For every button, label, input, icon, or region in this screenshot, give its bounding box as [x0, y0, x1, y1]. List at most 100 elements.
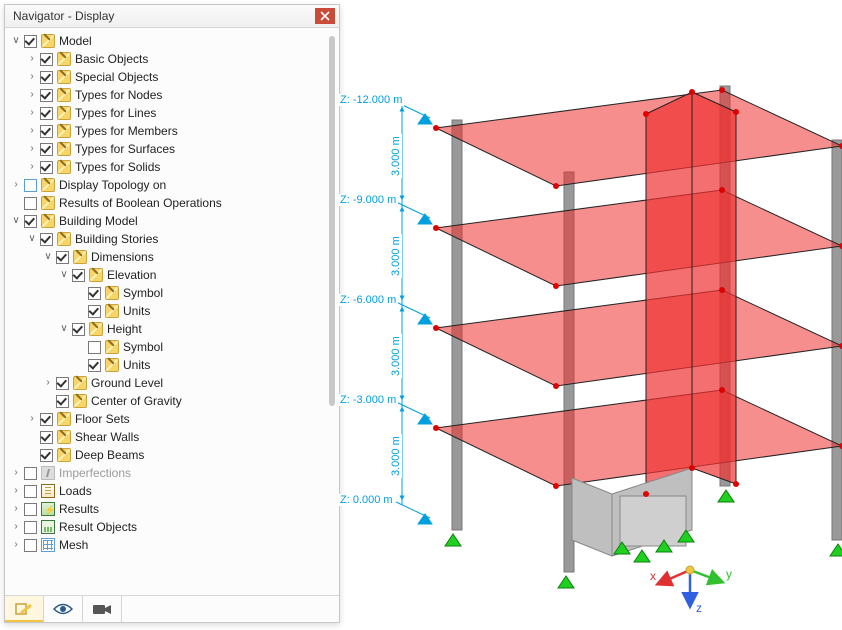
checkbox[interactable]: [56, 395, 69, 408]
checkbox[interactable]: [24, 503, 37, 516]
checkbox[interactable]: [40, 125, 53, 138]
tree-item[interactable]: Types for Members: [74, 122, 178, 140]
tree-item[interactable]: Floor Sets: [74, 410, 130, 428]
pencil-icon: [105, 340, 119, 354]
tree[interactable]: ∨ Model › Basic Objects › Special Objects ›…: [5, 28, 339, 595]
checkbox[interactable]: [24, 521, 37, 534]
expand-icon[interactable]: ∨: [25, 232, 39, 246]
tree-item[interactable]: Results: [58, 500, 99, 518]
tree-item-building-model[interactable]: Building Model: [58, 212, 138, 230]
checkbox[interactable]: [24, 485, 37, 498]
expand-icon[interactable]: ›: [25, 88, 39, 102]
expand-icon[interactable]: ›: [25, 70, 39, 84]
tree-item[interactable]: Dimensions: [90, 248, 154, 266]
expand-icon[interactable]: ›: [9, 502, 23, 516]
expand-icon[interactable]: ›: [25, 412, 39, 426]
checkbox[interactable]: [24, 539, 37, 552]
expand-icon[interactable]: ›: [9, 538, 23, 552]
pencil-icon: [73, 394, 87, 408]
expand-icon[interactable]: ∨: [9, 34, 23, 48]
tree-item[interactable]: Building Stories: [74, 230, 158, 248]
checkbox[interactable]: [40, 431, 53, 444]
checkbox[interactable]: [40, 107, 53, 120]
checkbox-model[interactable]: [24, 35, 37, 48]
tree-item[interactable]: Symbol: [122, 284, 163, 302]
scrollbar-thumb[interactable]: [329, 36, 335, 406]
checkbox[interactable]: [72, 269, 85, 282]
tree-item[interactable]: Height: [106, 320, 142, 338]
checkbox[interactable]: [40, 143, 53, 156]
tree-item[interactable]: Types for Solids: [74, 158, 160, 176]
checkbox[interactable]: [24, 467, 37, 480]
tree-item[interactable]: Special Objects: [74, 68, 158, 86]
tree-item[interactable]: Display Topology on: [58, 176, 166, 194]
expand-icon[interactable]: ›: [25, 106, 39, 120]
tree-item[interactable]: Loads: [58, 482, 92, 500]
checkbox[interactable]: [88, 287, 101, 300]
expand-icon[interactable]: ∨: [57, 322, 71, 336]
tree-item[interactable]: Units: [122, 356, 150, 374]
checkbox[interactable]: [24, 179, 37, 192]
expand-icon[interactable]: ›: [25, 124, 39, 138]
checkbox[interactable]: [72, 323, 85, 336]
tree-item[interactable]: Units: [122, 302, 150, 320]
checkbox[interactable]: [88, 341, 101, 354]
expand-icon[interactable]: ›: [9, 484, 23, 498]
expand-icon[interactable]: ›: [9, 178, 23, 192]
tree-item[interactable]: Deep Beams: [74, 446, 144, 464]
pencil-icon: [57, 52, 71, 66]
expand-icon[interactable]: ›: [25, 142, 39, 156]
tree-item[interactable]: Results of Boolean Operations: [58, 194, 222, 212]
pencil-icon: [105, 286, 119, 300]
height-label: 3.000 m: [390, 434, 402, 478]
checkbox[interactable]: [40, 161, 53, 174]
checkbox[interactable]: [88, 359, 101, 372]
model-viewport[interactable]: x y z Z: 0.000 m Z: -3.000 m Z: -6.000 m…: [340, 0, 842, 630]
tree-item[interactable]: Elevation: [106, 266, 156, 284]
height-label: 3.000 m: [390, 134, 402, 178]
tree-item[interactable]: Symbol: [122, 338, 163, 356]
mesh-icon: [41, 538, 55, 552]
checkbox[interactable]: [88, 305, 101, 318]
tree-item[interactable]: Basic Objects: [74, 50, 148, 68]
expand-icon[interactable]: ›: [25, 52, 39, 66]
tree-item[interactable]: Shear Walls: [74, 428, 139, 446]
tree-item[interactable]: Types for Surfaces: [74, 140, 175, 158]
tree-item[interactable]: Types for Nodes: [74, 86, 162, 104]
tree-item[interactable]: Ground Level: [90, 374, 163, 392]
checkbox[interactable]: [40, 449, 53, 462]
expand-icon[interactable]: ›: [9, 520, 23, 534]
checkbox[interactable]: [56, 377, 69, 390]
checkbox[interactable]: [24, 197, 37, 210]
expand-icon[interactable]: ›: [9, 466, 23, 480]
pencil-icon: [57, 88, 71, 102]
tree-item[interactable]: Result Objects: [58, 518, 137, 536]
panel-header[interactable]: Navigator - Display: [5, 5, 339, 28]
eye-icon: [53, 602, 73, 616]
checkbox[interactable]: [40, 53, 53, 66]
tree-item-model[interactable]: Model: [58, 32, 92, 50]
tab-display[interactable]: [5, 596, 44, 622]
close-button[interactable]: [315, 8, 335, 24]
checkbox[interactable]: [40, 233, 53, 246]
panel-title: Navigator - Display: [13, 9, 315, 23]
expand-icon[interactable]: ›: [25, 160, 39, 174]
checkbox[interactable]: [40, 89, 53, 102]
checkbox[interactable]: [56, 251, 69, 264]
tab-camera[interactable]: [83, 596, 122, 622]
checkbox[interactable]: [40, 71, 53, 84]
checkbox[interactable]: [40, 413, 53, 426]
expand-icon[interactable]: ›: [41, 376, 55, 390]
close-icon: [320, 11, 330, 21]
tree-item[interactable]: Types for Lines: [74, 104, 156, 122]
result-objects-icon: [41, 520, 55, 534]
checkbox[interactable]: [24, 215, 37, 228]
tree-item[interactable]: Mesh: [58, 536, 88, 554]
tab-views[interactable]: [44, 596, 83, 622]
expand-icon[interactable]: ∨: [9, 214, 23, 228]
camera-icon: [92, 602, 112, 616]
expand-icon[interactable]: ∨: [41, 250, 55, 264]
expand-icon[interactable]: ∨: [57, 268, 71, 282]
tree-item[interactable]: Center of Gravity: [90, 392, 182, 410]
tree-item[interactable]: Imperfections: [58, 464, 131, 482]
